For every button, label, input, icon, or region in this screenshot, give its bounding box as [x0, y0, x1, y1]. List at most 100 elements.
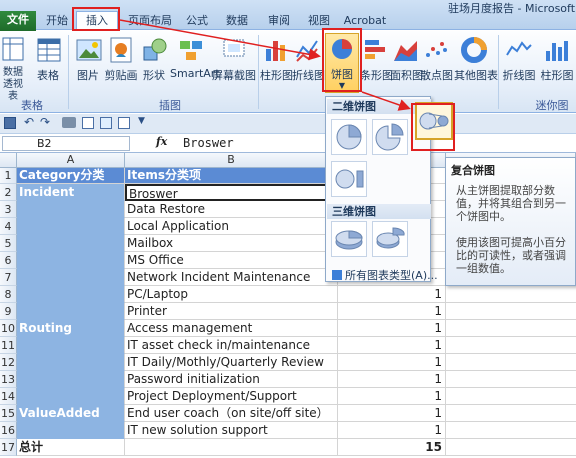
item-cell[interactable]: Network Incident Maintenance: [125, 269, 338, 286]
tab-page-layout[interactable]: 页面布局: [122, 12, 178, 31]
table-icon[interactable]: [100, 117, 112, 129]
pie-2d-option[interactable]: [331, 119, 367, 155]
bar-of-pie-option[interactable]: [331, 161, 367, 197]
save-icon[interactable]: [4, 117, 16, 129]
category-cell[interactable]: [17, 388, 125, 405]
item-cell[interactable]: MS Office: [125, 252, 338, 269]
pie-3d-option[interactable]: [331, 221, 367, 257]
bar-chart-button[interactable]: 条形图: [360, 35, 393, 83]
column-chart-button[interactable]: 柱形图: [260, 35, 293, 83]
row-header[interactable]: 7: [0, 269, 17, 286]
screenshot-button[interactable]: 屏幕截图: [212, 35, 256, 83]
count-cell[interactable]: 1: [338, 320, 446, 337]
count-cell[interactable]: 1: [338, 286, 446, 303]
row-header[interactable]: 13: [0, 371, 17, 388]
item-cell[interactable]: End user coach（on site/off site）: [125, 405, 338, 422]
count-cell[interactable]: 1: [338, 337, 446, 354]
cell[interactable]: [446, 371, 576, 388]
category-cell[interactable]: [17, 269, 125, 286]
clip-art-button[interactable]: 剪贴画: [104, 35, 138, 83]
form-icon[interactable]: [118, 117, 130, 129]
header-cell-items[interactable]: Items分类项: [125, 168, 338, 184]
preview-icon[interactable]: [82, 117, 94, 129]
row-header[interactable]: 5: [0, 235, 17, 252]
column-header-a[interactable]: A: [17, 153, 125, 168]
undo-icon[interactable]: ↶: [24, 115, 34, 129]
row-header[interactable]: 17: [0, 439, 17, 456]
area-chart-button[interactable]: 面积图: [390, 35, 423, 83]
cell[interactable]: [446, 388, 576, 405]
tab-file[interactable]: 文件: [0, 11, 36, 31]
count-cell[interactable]: 1: [338, 405, 446, 422]
category-cell[interactable]: Routing: [17, 320, 125, 337]
category-cell[interactable]: [17, 303, 125, 320]
other-charts-button[interactable]: 其他图表: [454, 35, 498, 83]
category-cell[interactable]: [17, 218, 125, 235]
row-header[interactable]: 15: [0, 405, 17, 422]
row-header[interactable]: 4: [0, 218, 17, 235]
count-cell[interactable]: 1: [338, 371, 446, 388]
item-cell[interactable]: Access management: [125, 320, 338, 337]
print-icon[interactable]: [62, 117, 76, 128]
row-header[interactable]: 14: [0, 388, 17, 405]
customize-qat-icon[interactable]: ▼: [138, 116, 145, 126]
tab-review[interactable]: 审阅: [262, 12, 296, 31]
count-cell[interactable]: 1: [338, 388, 446, 405]
category-cell[interactable]: [17, 337, 125, 354]
row-header[interactable]: 8: [0, 286, 17, 303]
exploded-pie-3d-option[interactable]: [372, 221, 408, 257]
cell[interactable]: [446, 320, 576, 337]
row-header[interactable]: 2: [0, 184, 17, 201]
row-header[interactable]: 10: [0, 320, 17, 337]
all-chart-types-link[interactable]: 所有图表类型(A)...: [332, 267, 438, 283]
row-header[interactable]: 6: [0, 252, 17, 269]
category-cell[interactable]: [17, 235, 125, 252]
item-cell[interactable]: Mailbox: [125, 235, 338, 252]
item-cell[interactable]: [125, 439, 338, 456]
item-cell[interactable]: IT asset check in/maintenance: [125, 337, 338, 354]
sparkline-column-button[interactable]: 柱形图: [538, 35, 576, 83]
line-chart-button[interactable]: 折线图: [292, 35, 325, 83]
item-cell[interactable]: Local Application: [125, 218, 338, 235]
pivot-table-button[interactable]: 数据透视表: [0, 35, 26, 103]
item-cell[interactable]: Data Restore: [125, 201, 338, 218]
row-header[interactable]: 11: [0, 337, 17, 354]
category-cell[interactable]: ValueAdded: [17, 405, 125, 422]
header-cell-category[interactable]: Category分类: [17, 168, 125, 184]
cell[interactable]: [446, 337, 576, 354]
tab-formulas[interactable]: 公式: [180, 12, 214, 31]
category-cell[interactable]: [17, 201, 125, 218]
row-header[interactable]: 16: [0, 422, 17, 439]
picture-button[interactable]: 图片: [74, 35, 102, 83]
cell[interactable]: [446, 405, 576, 422]
category-cell[interactable]: [17, 252, 125, 269]
item-cell[interactable]: IT Daily/Mothly/Quarterly Review: [125, 354, 338, 371]
active-cell[interactable]: Broswer: [125, 184, 338, 201]
category-cell[interactable]: [17, 286, 125, 303]
exploded-pie-option[interactable]: [372, 119, 408, 155]
fx-icon[interactable]: fx: [156, 135, 167, 148]
total-label-cell[interactable]: 总计: [17, 439, 125, 456]
sparkline-line-button[interactable]: 折线图: [500, 35, 538, 83]
redo-icon[interactable]: ↷: [40, 115, 50, 129]
scatter-chart-button[interactable]: 散点图: [420, 35, 453, 83]
smartart-button[interactable]: SmartArt: [170, 35, 220, 80]
count-cell[interactable]: 1: [338, 422, 446, 439]
count-cell[interactable]: 1: [338, 354, 446, 371]
row-header[interactable]: 3: [0, 201, 17, 218]
item-cell[interactable]: PC/Laptop: [125, 286, 338, 303]
row-header[interactable]: 9: [0, 303, 17, 320]
formula-input[interactable]: Broswer: [183, 136, 234, 150]
name-box[interactable]: B2: [2, 136, 130, 151]
cell[interactable]: [446, 439, 576, 456]
count-cell[interactable]: 1: [338, 303, 446, 320]
cell[interactable]: [446, 422, 576, 439]
item-cell[interactable]: Password initialization: [125, 371, 338, 388]
total-value-cell[interactable]: 15: [338, 439, 446, 456]
column-header-b[interactable]: B: [125, 153, 338, 168]
cell[interactable]: [446, 354, 576, 371]
category-cell[interactable]: [17, 354, 125, 371]
item-cell[interactable]: Printer: [125, 303, 338, 320]
shapes-button[interactable]: 形状: [140, 35, 168, 83]
category-cell[interactable]: [17, 422, 125, 439]
